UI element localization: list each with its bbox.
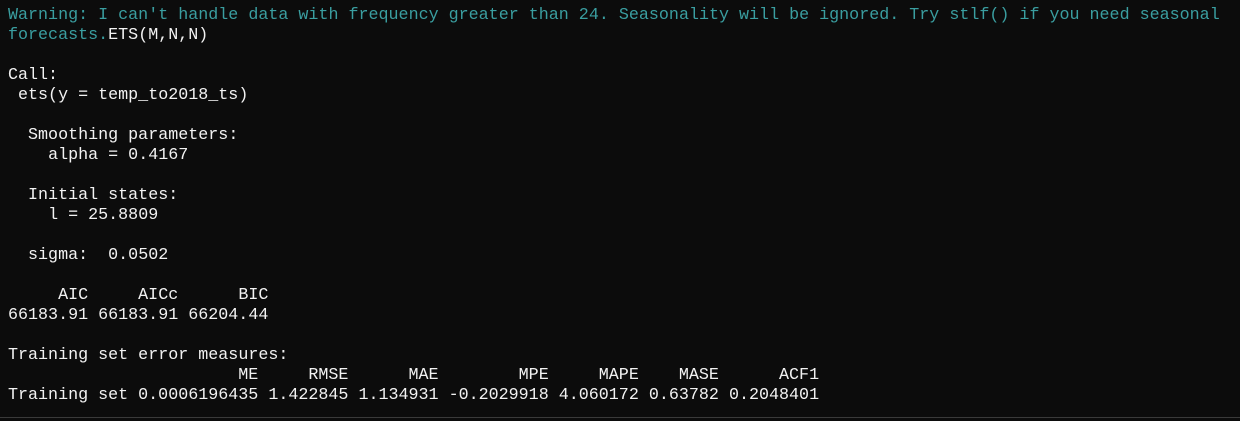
warning-message: Warning: I can't handle data with freque… — [8, 6, 1220, 25]
warning-message-cont: forecasts. — [8, 26, 109, 45]
mae-header: MAE — [408, 366, 439, 385]
divider — [0, 417, 1240, 418]
r-console-output: Warning: I can't handle data with freque… — [8, 6, 1220, 406]
call-expression: ets(y = temp_to2018_ts) — [18, 86, 249, 105]
aic-header: AIC — [58, 286, 89, 305]
mape-header: MAPE — [598, 366, 639, 385]
row-label: Training set — [8, 386, 129, 405]
mpe-header: MPE — [518, 366, 549, 385]
info-criteria-header: AIC AICc BIC — [8, 286, 1220, 306]
acf1-header: ACF1 — [779, 366, 820, 385]
call-label: Call: — [8, 66, 59, 85]
smoothing-label: Smoothing parameters: — [28, 126, 239, 145]
mase-value: 0.63782 — [648, 386, 719, 405]
aicc-value: 66183.91 — [98, 306, 179, 325]
sigma-value: 0.0502 — [108, 246, 169, 265]
mase-header: MASE — [678, 366, 719, 385]
alpha-value: alpha = 0.4167 — [48, 146, 189, 165]
initial-level-value: l = 25.8809 — [48, 206, 159, 225]
rmse-value: 1.422845 — [268, 386, 349, 405]
info-criteria-values: 66183.91 66183.91 66204.44 — [8, 306, 1220, 326]
aicc-header: AICc — [138, 286, 179, 305]
model-name: ETS(M,N,N) — [108, 26, 209, 45]
error-measures-header: ME RMSE MAE MPE MAPE MASE ACF1 — [8, 366, 1220, 386]
initial-states-label: Initial states: — [28, 186, 179, 205]
me-header: ME — [238, 366, 259, 385]
mpe-value: -0.2029918 — [448, 386, 549, 405]
mape-value: 4.060172 — [558, 386, 639, 405]
error-measures-row: Training set 0.0006196435 1.422845 1.134931… — [8, 386, 1220, 406]
acf1-value: 0.2048401 — [728, 386, 820, 405]
sigma-label: sigma: — [28, 246, 89, 265]
error-measures-title: Training set error measures: — [8, 346, 289, 365]
aic-value: 66183.91 — [8, 306, 89, 325]
bic-value: 66204.44 — [188, 306, 269, 325]
rmse-header: RMSE — [308, 366, 349, 385]
bic-header: BIC — [238, 286, 269, 305]
mae-value: 1.134931 — [358, 386, 439, 405]
me-value: 0.0006196435 — [138, 386, 259, 405]
